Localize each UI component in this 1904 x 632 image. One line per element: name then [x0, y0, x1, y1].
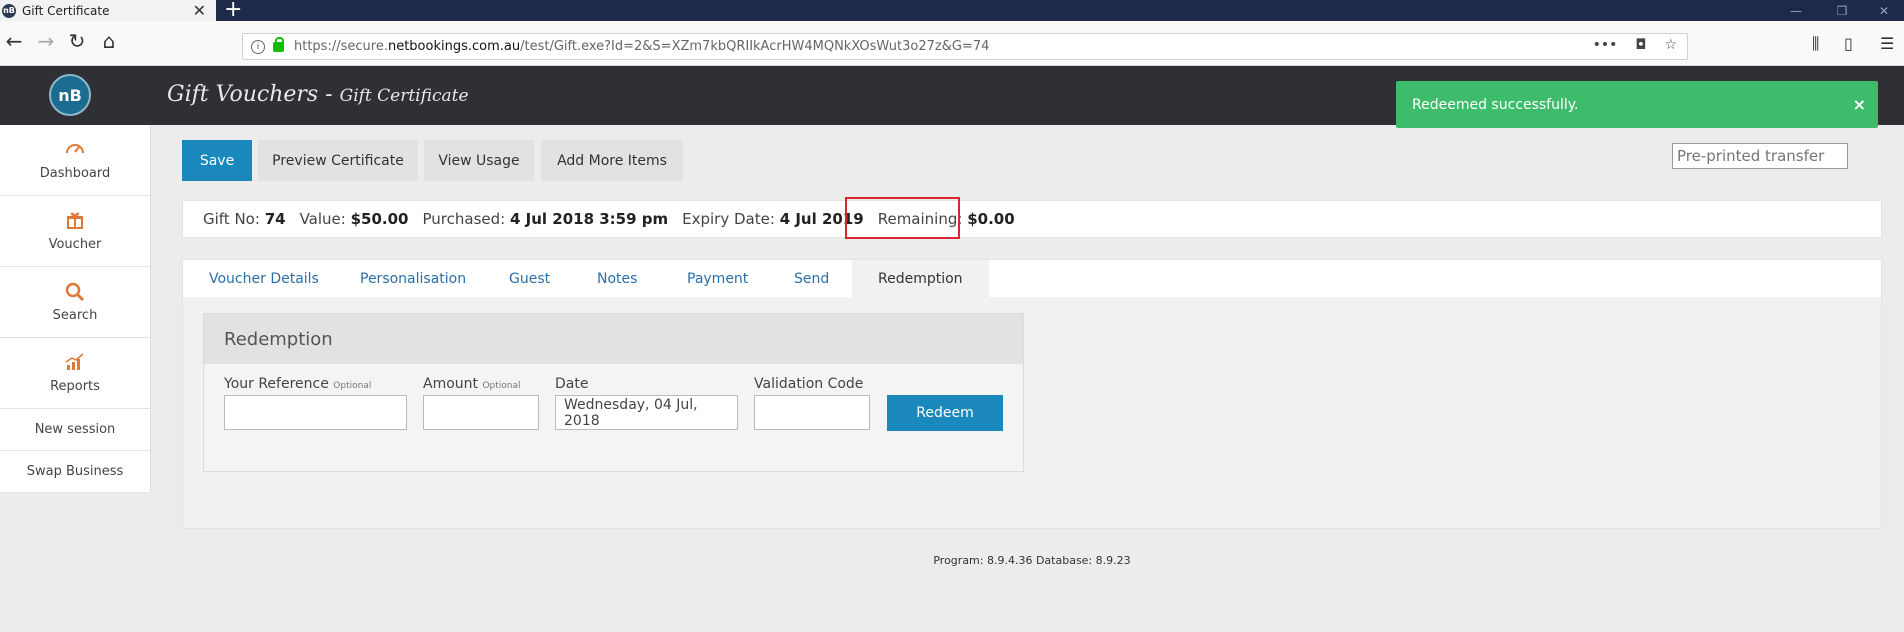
success-toast: Redeemed successfully. × — [1396, 81, 1878, 128]
voucher-info-bar: Gift No: 74 Value: $50.00 Purchased: 4 J… — [182, 200, 1882, 238]
voucher-tabs: Voucher Details Personalisation Guest No… — [182, 259, 1882, 298]
gift-icon — [66, 211, 84, 231]
secure-lock-icon — [273, 36, 284, 52]
preview-certificate-button[interactable]: Preview Certificate — [258, 140, 418, 181]
value-field: Value: $50.00 — [299, 210, 409, 228]
browser-tab-bar: nB Gift Certificate ✕ + — ❐ ✕ — [0, 0, 1904, 22]
tab-send[interactable]: Send — [794, 260, 829, 298]
toast-message: Redeemed successfully. — [1412, 96, 1579, 113]
date-label: Date — [555, 376, 589, 392]
tab-notes[interactable]: Notes — [597, 260, 637, 298]
forward-icon[interactable]: → — [32, 29, 60, 53]
expiry-date-field: Expiry Date: 4 Jul 2019 — [682, 210, 864, 228]
page-title: Gift Vouchers - Gift Certificate — [167, 82, 469, 107]
tab-personalisation[interactable]: Personalisation — [360, 260, 466, 298]
search-icon — [65, 282, 85, 302]
sidebar-link-new-session[interactable]: New session — [0, 409, 150, 451]
save-button[interactable]: Save — [182, 140, 252, 181]
purchased-field: Purchased: 4 Jul 2018 3:59 pm — [422, 210, 669, 228]
reference-label: Your Reference Optional — [224, 376, 372, 392]
netbookings-logo[interactable]: nB — [49, 74, 91, 116]
reload-icon[interactable]: ↻ — [63, 29, 91, 53]
tab-redemption[interactable]: Redemption — [852, 260, 989, 298]
browser-tab[interactable]: nB Gift Certificate ✕ — [0, 0, 216, 21]
redemption-heading: Redemption — [204, 314, 1023, 364]
tab-voucher-details[interactable]: Voucher Details — [209, 260, 319, 298]
reference-input[interactable] — [224, 395, 407, 430]
menu-icon[interactable]: ☰ — [1880, 34, 1894, 53]
url-text: https://secure.netbookings.com.au/test/G… — [294, 39, 990, 54]
validation-code-label: Validation Code — [754, 376, 864, 392]
address-bar[interactable]: i https://secure.netbookings.com.au/test… — [242, 33, 1688, 60]
library-icon[interactable]: ⫼ — [1812, 34, 1819, 54]
chart-icon — [65, 352, 85, 373]
sidebar-item-label: Reports — [50, 378, 100, 394]
close-window-icon[interactable]: ✕ — [1864, 0, 1904, 21]
view-usage-button[interactable]: View Usage — [424, 140, 534, 181]
restore-window-icon[interactable]: ❐ — [1822, 0, 1862, 21]
sidebar-item-search[interactable]: Search — [0, 267, 150, 338]
sidebar-item-label: Search — [52, 307, 98, 323]
sidebar-toggle-icon[interactable]: ▯ — [1844, 34, 1853, 53]
minimize-window-icon[interactable]: — — [1776, 0, 1816, 21]
sidebar-item-voucher[interactable]: Voucher — [0, 196, 150, 267]
tab-guest[interactable]: Guest — [509, 260, 550, 298]
pocket-icon[interactable]: ◘ — [1635, 37, 1646, 53]
gift-number-field: Gift No: 74 — [203, 210, 286, 228]
bookmark-star-icon[interactable]: ☆ — [1664, 37, 1677, 53]
preprinted-transfer-input[interactable] — [1672, 143, 1848, 169]
page-subtitle: Gift Certificate — [339, 86, 469, 106]
validation-code-input[interactable] — [754, 395, 870, 430]
new-tab-icon[interactable]: + — [224, 0, 242, 22]
back-icon[interactable]: ← — [0, 29, 28, 53]
home-icon[interactable]: ⌂ — [95, 29, 123, 53]
sidebar-item-label: Dashboard — [39, 165, 111, 181]
sidebar: Dashboard Voucher Search Reports New ses… — [0, 125, 151, 493]
amount-input[interactable] — [423, 395, 539, 430]
sidebar-link-swap-business[interactable]: Swap Business — [0, 451, 150, 493]
browser-tab-title: Gift Certificate — [22, 3, 110, 18]
add-more-items-button[interactable]: Add More Items — [541, 140, 683, 181]
version-footer: Program: 8.9.4.36 Database: 8.9.23 — [933, 554, 1131, 567]
toast-close-icon[interactable]: × — [1853, 95, 1866, 114]
sidebar-item-dashboard[interactable]: Dashboard — [0, 125, 150, 196]
site-favicon-icon: nB — [2, 3, 16, 18]
amount-label: Amount Optional — [423, 376, 521, 392]
dashboard-icon — [65, 140, 85, 160]
redemption-panel: Redemption — [203, 313, 1024, 472]
page-actions-icon[interactable]: ••• — [1593, 37, 1618, 53]
date-input[interactable]: Wednesday, 04 Jul, 2018 — [555, 395, 738, 430]
redeem-button[interactable]: Redeem — [887, 395, 1003, 431]
address-bar-actions: ••• ◘ ☆ — [1593, 37, 1677, 53]
sidebar-item-reports[interactable]: Reports — [0, 338, 150, 409]
site-info-icon[interactable]: i — [251, 39, 265, 54]
tab-payment[interactable]: Payment — [687, 260, 748, 298]
remaining-highlight-box — [845, 197, 960, 239]
close-tab-icon[interactable]: ✕ — [193, 1, 206, 20]
sidebar-item-label: Voucher — [48, 236, 102, 252]
